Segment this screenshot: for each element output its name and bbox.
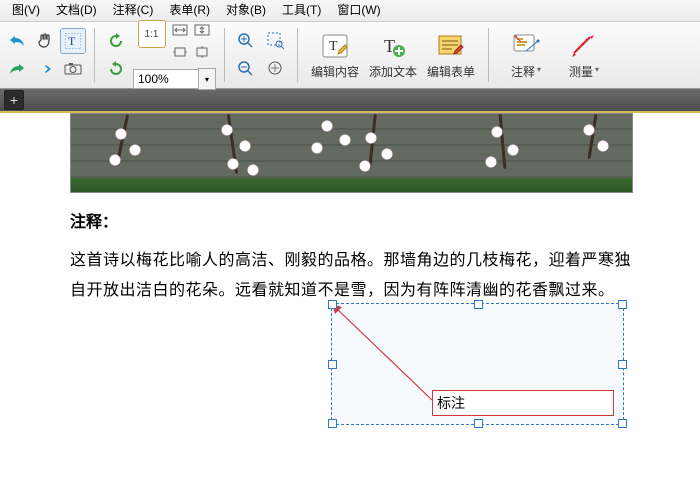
- measure-icon: [569, 31, 599, 61]
- add-text-label: 添加文本: [369, 63, 417, 80]
- add-text-button[interactable]: T 添加文本: [364, 24, 422, 86]
- annotation-selection-box[interactable]: [331, 303, 624, 425]
- actual-size-icon[interactable]: 1:1: [138, 20, 166, 48]
- svg-text:T: T: [329, 39, 338, 54]
- menu-view[interactable]: 图(V): [4, 0, 48, 21]
- add-text-icon: T: [378, 31, 408, 61]
- redo-icon[interactable]: [4, 56, 30, 82]
- page-viewport[interactable]: 注释： 这首诗以梅花比喻人的高洁、刚毅的品格。那墙角边的几枝梅花，迎着严寒独自开…: [0, 111, 700, 500]
- document-image: [70, 113, 633, 193]
- zoom-combo[interactable]: ▾: [133, 68, 216, 90]
- annotate-button[interactable]: 注释 ▾: [497, 24, 555, 86]
- resize-handle[interactable]: [618, 360, 627, 369]
- resize-handle[interactable]: [618, 419, 627, 428]
- resize-handle[interactable]: [474, 300, 483, 309]
- loupe-icon[interactable]: [263, 56, 289, 82]
- annotate-label: 注释: [511, 63, 535, 80]
- edit-content-button[interactable]: T 编辑内容: [306, 24, 364, 86]
- edit-content-label: 编辑内容: [311, 63, 359, 80]
- redo-forward-icon[interactable]: [32, 56, 58, 82]
- fit-visible-icon[interactable]: [170, 42, 190, 62]
- resize-handle[interactable]: [328, 360, 337, 369]
- edit-form-button[interactable]: 编辑表单: [422, 24, 480, 86]
- annotate-icon: [511, 31, 541, 61]
- resize-handle[interactable]: [328, 419, 337, 428]
- snapshot-icon[interactable]: [60, 56, 86, 82]
- marquee-zoom-icon[interactable]: [263, 28, 289, 54]
- rotate-cw-icon[interactable]: [103, 56, 129, 82]
- resize-handle[interactable]: [328, 300, 337, 309]
- toolbar: T: [0, 22, 700, 89]
- menu-tool[interactable]: 工具(T): [274, 0, 329, 21]
- menu-object[interactable]: 对象(B): [218, 0, 274, 21]
- zoom-dropdown-icon[interactable]: ▾: [198, 68, 216, 90]
- rotate-ccw-icon[interactable]: [103, 28, 129, 54]
- measure-label: 测量: [569, 63, 593, 80]
- document-page: 注释： 这首诗以梅花比喻人的高洁、刚毅的品格。那墙角边的几枝梅花，迎着严寒独自开…: [0, 111, 700, 500]
- fit-page-icon[interactable]: [192, 20, 212, 40]
- zoom-in-icon[interactable]: [233, 28, 259, 54]
- text-select-icon[interactable]: T: [60, 28, 86, 54]
- fit-width-icon[interactable]: [170, 20, 190, 40]
- fit-height-icon[interactable]: [192, 42, 212, 62]
- svg-text:T: T: [68, 34, 76, 48]
- chevron-down-icon: ▾: [595, 65, 599, 74]
- document-body-text: 注释： 这首诗以梅花比喻人的高洁、刚毅的品格。那墙角边的几枝梅花，迎着严寒独自开…: [70, 208, 631, 318]
- new-tab-button[interactable]: +: [4, 90, 24, 110]
- chevron-down-icon: ▾: [537, 65, 541, 74]
- menu-bar: 图(V) 文档(D) 注释(C) 表单(R) 对象(B) 工具(T) 窗口(W): [0, 0, 700, 22]
- resize-handle[interactable]: [618, 300, 627, 309]
- resize-handle[interactable]: [474, 419, 483, 428]
- undo-icon[interactable]: [4, 28, 30, 54]
- menu-window[interactable]: 窗口(W): [329, 0, 388, 21]
- edit-form-label: 编辑表单: [427, 63, 475, 80]
- edit-form-icon: [436, 31, 466, 61]
- menu-form[interactable]: 表单(R): [161, 0, 218, 21]
- zoom-value-input[interactable]: [133, 69, 199, 89]
- doc-heading: 注释：: [70, 208, 631, 232]
- doc-paragraph: 这首诗以梅花比喻人的高洁、刚毅的品格。那墙角边的几枝梅花，迎着严寒独自开放出洁白…: [70, 246, 631, 306]
- document-tab-strip: +: [0, 89, 700, 111]
- callout-textbox[interactable]: [432, 390, 614, 416]
- hand-tool-icon[interactable]: [32, 28, 58, 54]
- menu-document[interactable]: 文档(D): [48, 0, 105, 21]
- edit-content-icon: T: [320, 31, 350, 61]
- callout-text-input[interactable]: [433, 391, 621, 415]
- zoom-out-icon[interactable]: [233, 56, 259, 82]
- menu-comment[interactable]: 注释(C): [105, 0, 162, 21]
- measure-button[interactable]: 测量 ▾: [555, 24, 613, 86]
